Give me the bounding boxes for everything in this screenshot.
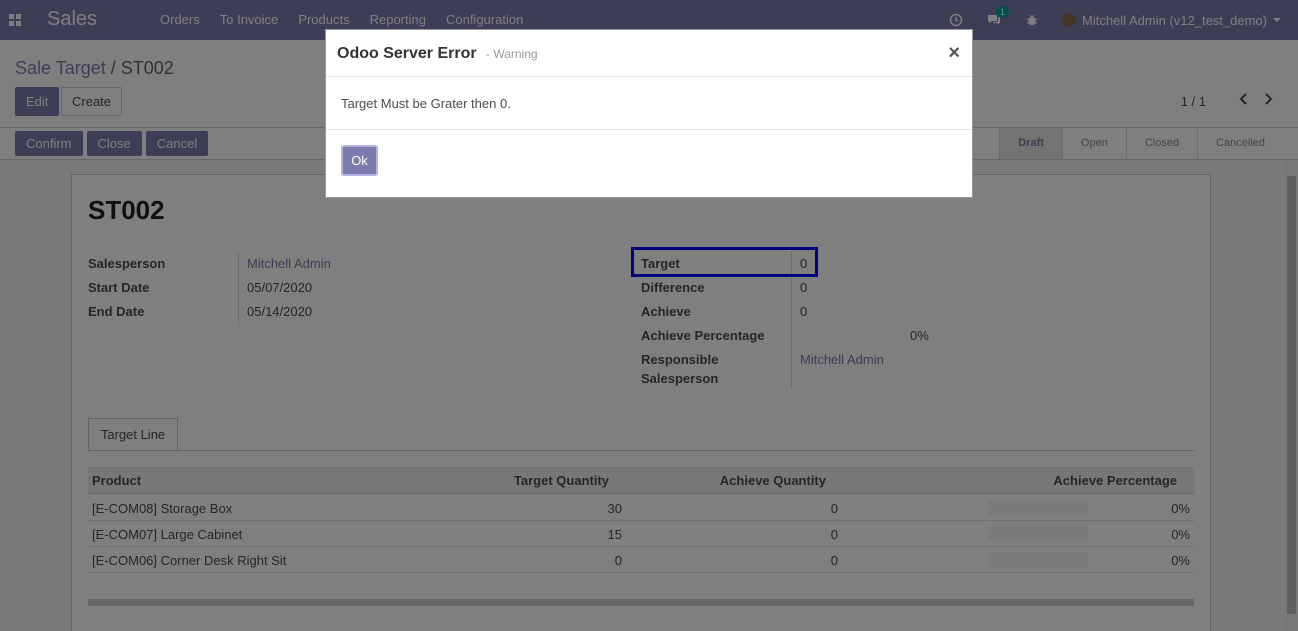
dialog-title: Odoo Server Error	[337, 45, 477, 62]
dialog-footer-divider	[326, 129, 972, 130]
dialog-header: Odoo Server Error - Warning ×	[326, 30, 972, 77]
dialog-message: Target Must be Grater then 0.	[341, 96, 511, 111]
error-dialog: Odoo Server Error - Warning × Target Mus…	[325, 29, 973, 198]
ok-button[interactable]: Ok	[341, 145, 378, 176]
close-icon[interactable]: ×	[948, 42, 960, 65]
dialog-subtitle: - Warning	[486, 47, 538, 61]
